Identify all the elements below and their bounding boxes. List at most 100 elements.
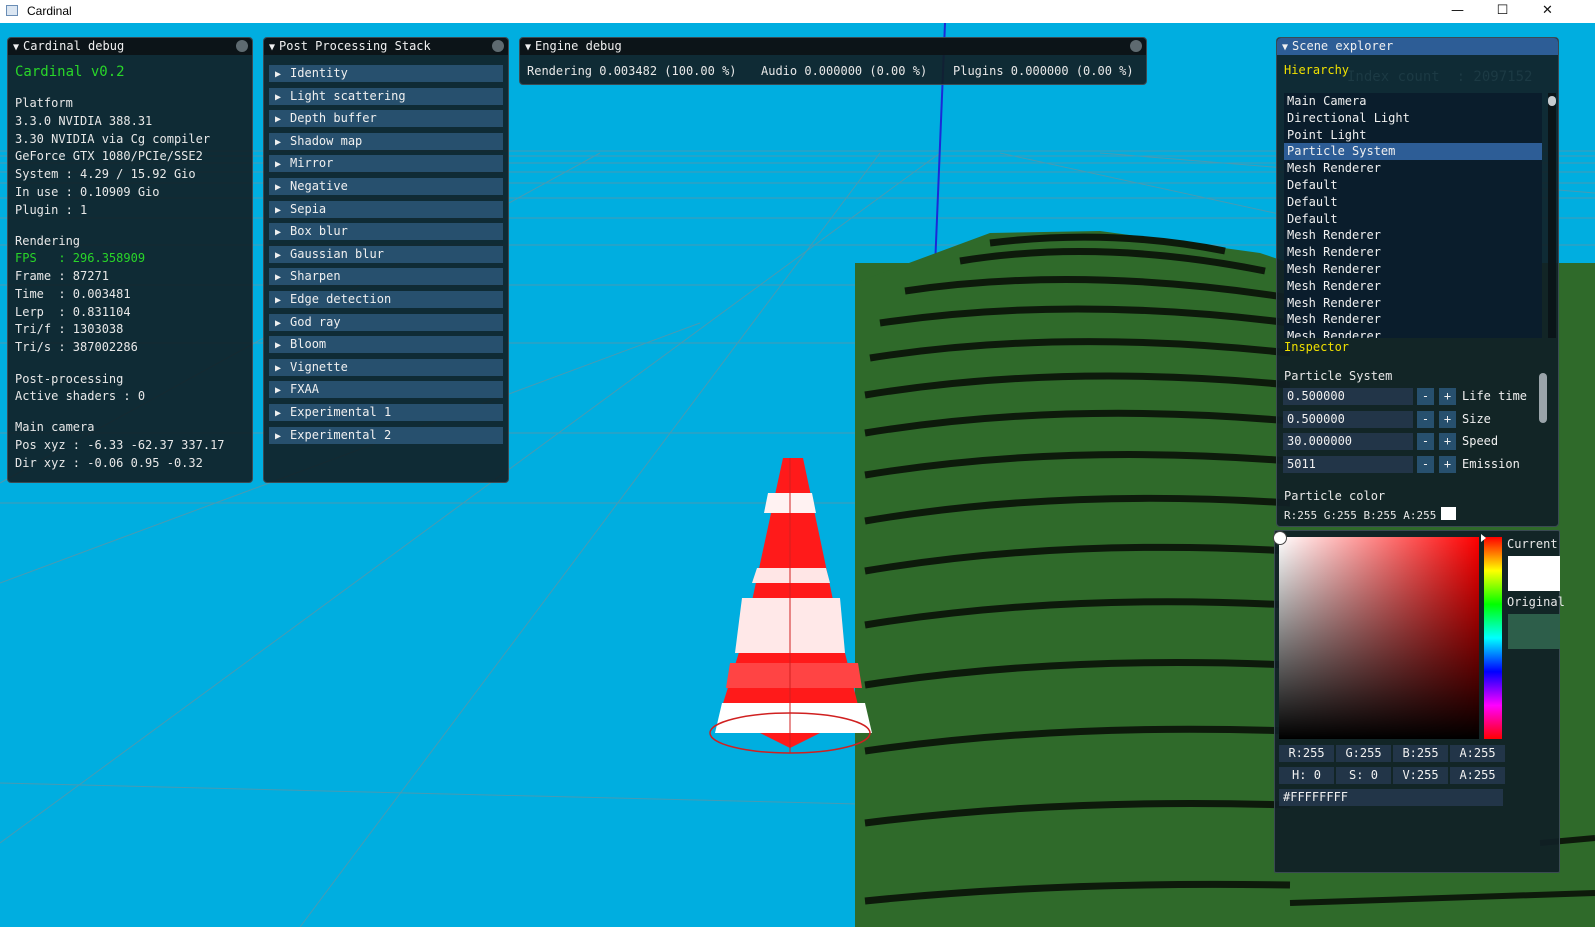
- life-time-input[interactable]: 0.500000: [1283, 388, 1413, 405]
- hierarchy-item[interactable]: Default: [1284, 194, 1542, 211]
- pp-item-sepia[interactable]: ▶ Sepia: [269, 200, 503, 218]
- current-color-label: Current: [1507, 537, 1558, 551]
- pp-item-experimental-1[interactable]: ▶ Experimental 1: [269, 404, 503, 421]
- platform-line: 3.3.0 NVIDIA 388.31: [15, 114, 153, 128]
- hierarchy-list[interactable]: Main Camera Directional Light Point Ligh…: [1284, 93, 1542, 338]
- original-color-swatch[interactable]: [1508, 614, 1560, 649]
- saturation-channel-input[interactable]: S: 0: [1336, 767, 1391, 784]
- expand-arrow-icon: ▶: [275, 69, 282, 80]
- particle-system-cone: [709, 458, 872, 754]
- speed-increment-button[interactable]: +: [1439, 433, 1456, 450]
- engine-debug-panel: ▼ Engine debug Rendering 0.003482 (100.00…: [519, 37, 1147, 85]
- value-channel-input[interactable]: V:255: [1393, 767, 1448, 784]
- rendering-line: Tri/f : 1303038: [15, 322, 124, 336]
- close-icon[interactable]: [1130, 40, 1142, 52]
- panel-title: Engine debug: [535, 39, 622, 53]
- red-channel-input[interactable]: R:255: [1279, 745, 1334, 762]
- hue-channel-input[interactable]: H: 0: [1279, 767, 1334, 784]
- hierarchy-item-point-light[interactable]: Point Light: [1284, 127, 1542, 144]
- speed-input[interactable]: 30.000000: [1283, 433, 1413, 450]
- blue-channel-input[interactable]: B:255: [1393, 745, 1448, 762]
- green-channel-input[interactable]: G:255: [1336, 745, 1391, 762]
- hierarchy-item[interactable]: Mesh Renderer: [1284, 311, 1542, 328]
- rendering-header: Rendering: [15, 234, 81, 248]
- expand-arrow-icon: ▶: [275, 204, 282, 216]
- hue-slider[interactable]: [1481, 534, 1502, 739]
- panel-title: Cardinal debug: [23, 39, 125, 53]
- pp-item-fxaa[interactable]: ▶ FXAA: [269, 381, 503, 399]
- hierarchy-item[interactable]: Default: [1284, 177, 1542, 194]
- alpha-channel-input[interactable]: A:255: [1450, 745, 1505, 762]
- hierarchy-item-main-camera[interactable]: Main Camera: [1284, 93, 1542, 110]
- scrollbar-thumb[interactable]: [1548, 96, 1556, 106]
- close-button[interactable]: ✕: [1525, 0, 1570, 23]
- panel-header[interactable]: ▼ Post Processing Stack: [264, 38, 508, 55]
- pp-item-bloom[interactable]: ▶ Bloom: [269, 336, 503, 354]
- hierarchy-item-particle-system[interactable]: Particle System: [1284, 143, 1542, 161]
- active-shaders-text: Active shaders : 0: [15, 389, 146, 403]
- minimize-button[interactable]: —: [1435, 0, 1480, 23]
- expand-arrow-icon: ▶: [275, 430, 282, 442]
- hierarchy-item[interactable]: Mesh Renderer: [1284, 160, 1542, 177]
- pp-item-vignette[interactable]: ▶ Vignette: [269, 358, 503, 376]
- collapse-arrow-icon[interactable]: ▼: [1282, 42, 1288, 53]
- camera-header: Main camera: [15, 420, 95, 434]
- panel-header[interactable]: ▼ Scene explorer: [1277, 38, 1558, 55]
- speed-label: Speed: [1462, 434, 1499, 448]
- pp-item-experimental-2[interactable]: ▶ Experimental 2: [269, 426, 503, 444]
- pp-item-shadow-map[interactable]: ▶ Shadow map: [269, 132, 503, 150]
- hierarchy-item[interactable]: Mesh Renderer: [1284, 278, 1542, 295]
- size-decrement-button[interactable]: -: [1417, 411, 1434, 428]
- saturation-value-area[interactable]: [1273, 531, 1479, 739]
- pp-item-edge-detection[interactable]: ▶ Edge detection: [269, 291, 503, 308]
- close-icon[interactable]: [492, 40, 504, 52]
- inspector-scrollbar-thumb[interactable]: [1539, 373, 1547, 423]
- collapse-arrow-icon[interactable]: ▼: [13, 42, 19, 53]
- speed-decrement-button[interactable]: -: [1417, 433, 1434, 450]
- pp-item-light-scattering[interactable]: ▶ Light scattering: [269, 87, 503, 105]
- life-time-label: Life time: [1462, 389, 1528, 403]
- collapse-arrow-icon[interactable]: ▼: [269, 42, 275, 53]
- maximize-button[interactable]: ☐: [1480, 0, 1525, 23]
- original-color-label: Original: [1507, 595, 1565, 609]
- panel-header[interactable]: ▼ Cardinal debug: [8, 38, 252, 55]
- pp-item-box-blur[interactable]: ▶ Box blur: [269, 223, 503, 241]
- pp-item-gaussian-blur[interactable]: ▶ Gaussian blur: [269, 245, 503, 263]
- hierarchy-item[interactable]: Mesh Renderer: [1284, 295, 1542, 312]
- hierarchy-item[interactable]: Mesh Renderer: [1284, 328, 1542, 338]
- expand-arrow-icon: ▶: [275, 272, 282, 284]
- expand-arrow-icon: ▶: [275, 408, 282, 419]
- hierarchy-item[interactable]: Default: [1284, 211, 1542, 228]
- hierarchy-item[interactable]: Mesh Renderer: [1284, 261, 1542, 278]
- alpha-hsv-channel-input[interactable]: A:255: [1450, 767, 1505, 784]
- pp-item-mirror[interactable]: ▶ Mirror: [269, 155, 503, 173]
- pp-item-negative[interactable]: ▶ Negative: [269, 178, 503, 195]
- hierarchy-item[interactable]: Mesh Renderer: [1284, 244, 1542, 261]
- expand-arrow-icon: ▶: [275, 91, 282, 103]
- hierarchy-scrollbar[interactable]: [1548, 93, 1556, 338]
- collapse-arrow-icon[interactable]: ▼: [525, 42, 531, 53]
- emission-increment-button[interactable]: +: [1439, 456, 1456, 473]
- hierarchy-item[interactable]: Mesh Renderer: [1284, 227, 1542, 244]
- hierarchy-item-directional-light[interactable]: Directional Light: [1284, 110, 1542, 127]
- panel-header[interactable]: ▼ Engine debug: [520, 38, 1146, 55]
- expand-arrow-icon: ▶: [275, 159, 282, 171]
- sv-cursor[interactable]: [1273, 531, 1287, 545]
- particle-color-swatch[interactable]: [1441, 507, 1456, 520]
- background-index-count: Index count : 2097152: [1347, 69, 1533, 85]
- expand-arrow-icon: ▶: [275, 385, 282, 397]
- life-time-decrement-button[interactable]: -: [1417, 388, 1434, 405]
- hex-color-input[interactable]: #FFFFFFFF: [1279, 789, 1503, 806]
- size-increment-button[interactable]: +: [1439, 411, 1456, 428]
- emission-decrement-button[interactable]: -: [1417, 456, 1434, 473]
- panel-title: Scene explorer: [1292, 39, 1394, 53]
- close-icon[interactable]: [236, 40, 248, 52]
- life-time-increment-button[interactable]: +: [1439, 388, 1456, 405]
- platform-line: GeForce GTX 1080/PCIe/SSE2: [15, 149, 203, 163]
- pp-item-god-ray[interactable]: ▶ God ray: [269, 313, 503, 331]
- pp-item-identity[interactable]: ▶ Identity: [269, 65, 503, 82]
- size-input[interactable]: 0.500000: [1283, 411, 1413, 428]
- pp-item-depth-buffer[interactable]: ▶ Depth buffer: [269, 110, 503, 128]
- emission-input[interactable]: 5011: [1283, 456, 1413, 473]
- pp-item-sharpen[interactable]: ▶ Sharpen: [269, 268, 503, 286]
